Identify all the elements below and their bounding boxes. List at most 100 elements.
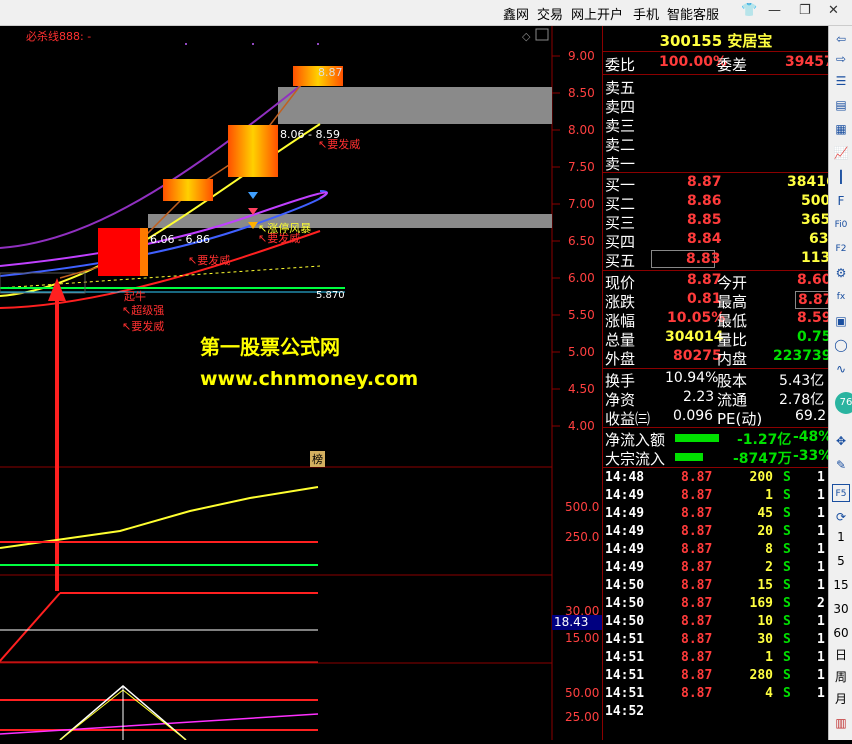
tick-side: S bbox=[783, 632, 791, 647]
tick-row: 14:51 8.87 4 S 1 bbox=[603, 686, 829, 704]
close-icon[interactable]: ✕ bbox=[828, 3, 839, 18]
move-icon[interactable]: ✥ bbox=[832, 432, 850, 450]
menu-mobile[interactable]: 手机 bbox=[633, 4, 659, 23]
tick-price: 8.87 bbox=[681, 542, 713, 557]
annotation-surge: ↖涨停风暴 bbox=[258, 222, 312, 235]
watermark-url: www.chnmoney.com bbox=[200, 368, 419, 390]
fin-value: 69.2 bbox=[795, 408, 827, 424]
period-day[interactable]: 日 bbox=[832, 646, 850, 664]
list-icon[interactable]: ☰ bbox=[832, 72, 850, 90]
tick-count: 1 bbox=[817, 506, 825, 521]
buy-label: 买五 bbox=[605, 252, 636, 270]
wave-icon[interactable]: ∿ bbox=[832, 360, 850, 378]
price-tick: 7.00 bbox=[568, 197, 595, 211]
sell-level-1: 卖一 bbox=[603, 153, 829, 173]
minimize-icon[interactable]: — bbox=[768, 3, 781, 18]
watermark-title: 第一股票公式网 bbox=[200, 335, 340, 359]
price-tick: 9.00 bbox=[568, 49, 595, 63]
stat-value: 8.60 bbox=[797, 272, 832, 288]
tick-side: S bbox=[783, 686, 791, 701]
price-tick: 4.50 bbox=[568, 382, 595, 396]
period-week[interactable]: 周 bbox=[832, 668, 850, 686]
tick-volume: 10 bbox=[757, 614, 773, 629]
fin-label: 换手 bbox=[605, 372, 636, 390]
back-arrow-icon[interactable]: ⇦ bbox=[832, 30, 850, 48]
forward-arrow-icon[interactable]: ⇨ bbox=[832, 50, 850, 68]
buy-label: 买一 bbox=[605, 176, 636, 194]
tick-count: 1 bbox=[817, 470, 825, 485]
trend-icon[interactable]: 📈 bbox=[832, 144, 850, 162]
tick-row: 14:51 8.87 30 S 1 bbox=[603, 632, 829, 650]
period-month[interactable]: 月 bbox=[832, 690, 850, 708]
stat-label: 最高 bbox=[717, 293, 748, 311]
restore-icon[interactable]: ❐ bbox=[799, 3, 811, 18]
tick-row: 14:48 8.87 200 S 1 bbox=[603, 470, 829, 488]
tick-time: 14:49 bbox=[605, 524, 645, 539]
kline-chart-area[interactable]: ◇ 必杀线888: - 9.00 8.50 8.00 7.50 7.00 6.5… bbox=[0, 26, 602, 741]
period-30min[interactable]: 30 bbox=[832, 600, 850, 618]
fin-label: PE(动) bbox=[717, 410, 763, 428]
fin-label: 流通 bbox=[717, 391, 748, 409]
menu-trade[interactable]: 交易 bbox=[537, 4, 563, 23]
fx-icon[interactable]: fx bbox=[832, 288, 850, 306]
sell-level-5: 卖五 bbox=[603, 77, 829, 97]
tick-time: 14:50 bbox=[605, 578, 645, 593]
report-icon[interactable]: ▤ bbox=[832, 96, 850, 114]
period-1min[interactable]: 1 bbox=[832, 528, 850, 546]
tick-price: 8.87 bbox=[681, 686, 713, 701]
sell-label: 卖三 bbox=[605, 117, 636, 135]
tick-volume: 4 bbox=[765, 686, 773, 701]
fi0-icon[interactable]: Fi0 bbox=[832, 216, 850, 234]
tick-time: 14:50 bbox=[605, 596, 645, 611]
annotation-strong: ↖超级强 bbox=[122, 304, 165, 317]
menu-customer-service[interactable]: 智能客服 bbox=[667, 4, 719, 23]
refresh-icon[interactable]: ⟳ bbox=[832, 508, 850, 526]
f5-button[interactable]: F5 bbox=[832, 484, 850, 502]
fin-value: 10.94% bbox=[665, 370, 719, 386]
tick-price: 8.87 bbox=[681, 578, 713, 593]
tick-side: S bbox=[783, 542, 791, 557]
tick-time: 14:49 bbox=[605, 488, 645, 503]
shirt-icon[interactable]: 👕 bbox=[741, 3, 757, 18]
flow-label: 净流入额 bbox=[605, 431, 666, 449]
f2-icon[interactable]: F2 bbox=[832, 240, 850, 258]
pencil-icon[interactable]: ✎ bbox=[832, 456, 850, 474]
tick-row: 14:51 8.87 1 S 1 bbox=[603, 650, 829, 668]
tick-price: 8.87 bbox=[681, 470, 713, 485]
stat-label: 涨跌 bbox=[605, 293, 636, 311]
tick-side: S bbox=[783, 668, 791, 683]
fin-label: 净资 bbox=[605, 391, 636, 409]
tick-row: 14:49 8.87 20 S 1 bbox=[603, 524, 829, 542]
menu-xinwang[interactable]: 鑫网 bbox=[503, 4, 529, 23]
period-15min[interactable]: 15 bbox=[832, 576, 850, 594]
gear-icon[interactable]: ⚙ bbox=[832, 264, 850, 282]
menu-open-account[interactable]: 网上开户 bbox=[571, 4, 623, 23]
diamond-icon: ◇ bbox=[522, 30, 531, 43]
period-5min[interactable]: 5 bbox=[832, 552, 850, 570]
quote-panel: 300155 安居宝 委比 100.00% 委差 39457 卖五 卖四 卖三 … bbox=[602, 26, 836, 740]
candle-icon[interactable]: ┃ bbox=[832, 168, 850, 186]
square-icon[interactable]: ▣ bbox=[832, 312, 850, 330]
stat-row: 涨跌 0.81 最高 8.87 bbox=[603, 291, 836, 311]
flow-percent: -33% bbox=[793, 448, 833, 464]
tick-side: S bbox=[783, 560, 791, 575]
chart-icon[interactable]: ▦ bbox=[832, 120, 850, 138]
tick-count: 1 bbox=[817, 632, 825, 647]
f10-icon[interactable]: F bbox=[832, 192, 850, 210]
tick-time: 14:49 bbox=[605, 542, 645, 557]
stat-label: 涨幅 bbox=[605, 312, 636, 330]
tick-count: 1 bbox=[817, 650, 825, 665]
circle-icon[interactable]: ◯ bbox=[832, 336, 850, 354]
tick-volume: 45 bbox=[757, 506, 773, 521]
period-60min[interactable]: 60 bbox=[832, 624, 850, 642]
buy-price: 8.85 bbox=[687, 212, 722, 228]
buy-level-3: 买三 8.85 365 bbox=[603, 212, 830, 232]
tick-row: 14:49 8.87 2 S 1 bbox=[603, 560, 829, 578]
flow-percent: -48% bbox=[793, 429, 833, 445]
flow-value: -1.27亿 bbox=[737, 432, 792, 448]
tick-count: 1 bbox=[817, 542, 825, 557]
buy-price: 8.83 bbox=[651, 250, 721, 268]
progress-badge[interactable]: 76 bbox=[835, 392, 852, 414]
tick-count: 1 bbox=[817, 614, 825, 629]
bar-chart-icon[interactable]: ▥ bbox=[832, 714, 850, 732]
